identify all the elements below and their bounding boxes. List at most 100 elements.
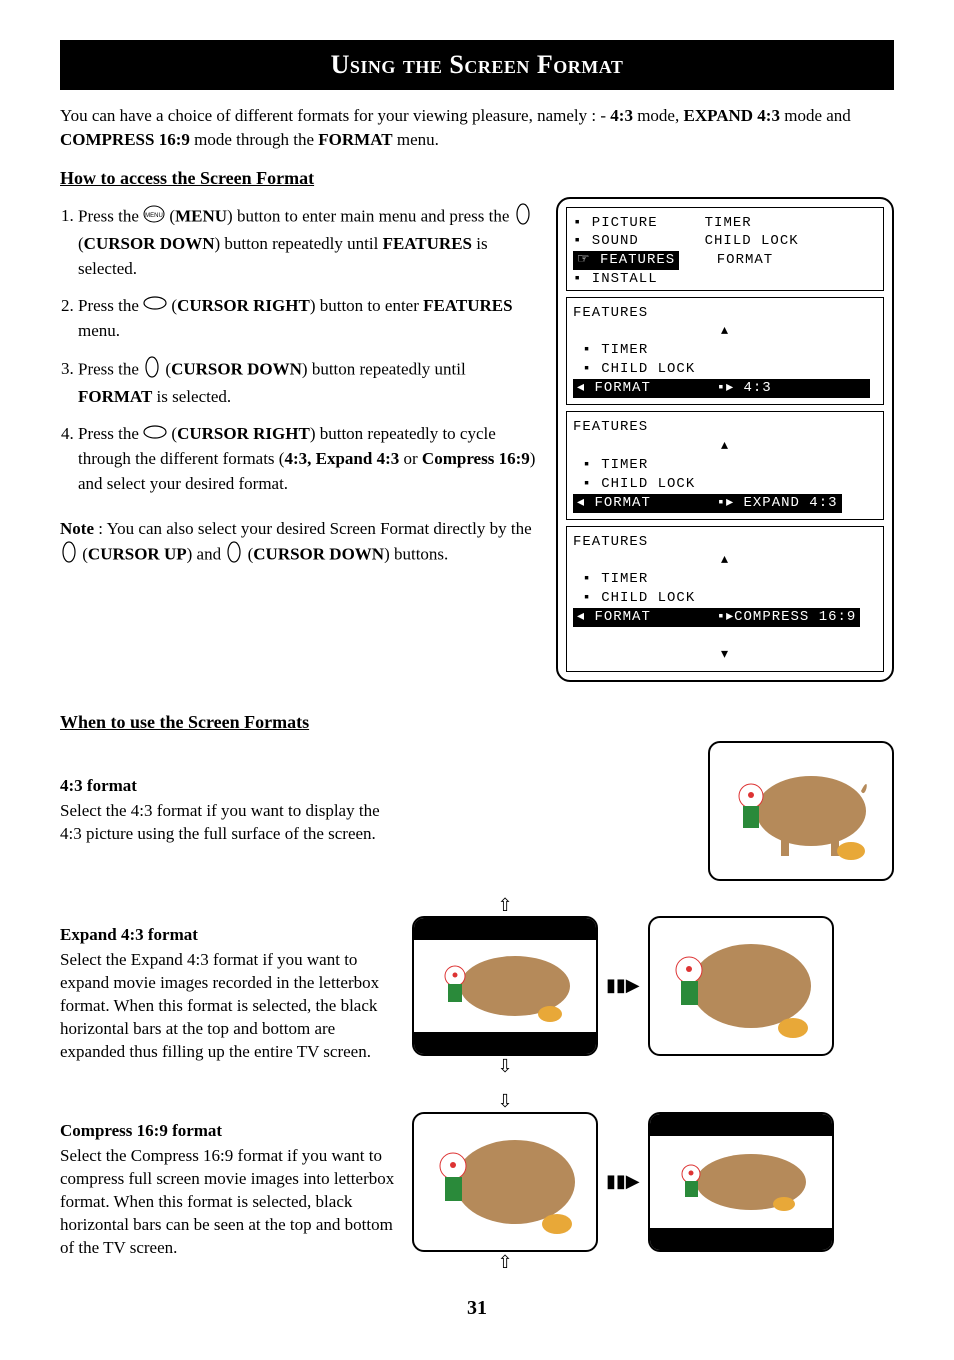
mode-43: 4:3 <box>610 106 633 125</box>
osd-install: ▪ INSTALL <box>573 271 658 287</box>
formats-list: 4:3, Expand 4:3 <box>284 449 399 468</box>
cursor-right-icon <box>143 423 167 448</box>
arrow-right-icon: ▮▮▶ <box>606 1171 640 1192</box>
cursor-down-icon <box>225 541 243 571</box>
osd-value-compress: COMPRESS 16:9 <box>734 609 856 625</box>
cursor-down-icon <box>514 203 532 233</box>
format-row-43: 4:3 format Select the 4:3 format if you … <box>60 741 894 881</box>
compress-word: Compress 16:9 <box>422 449 530 468</box>
steps-list: Press the MENU (MENU) button to enter ma… <box>60 203 536 497</box>
osd-main-menu: ▪ PICTURE TIMER ▪ SOUND CHILD LOCK ☞ FEA… <box>566 207 884 291</box>
arrow-up-icon: ⇧ <box>412 895 598 916</box>
osd-features: FEATURES <box>600 252 675 268</box>
cartoon-image-icon <box>661 1122 821 1242</box>
arrow-down-icon: ⇩ <box>412 1056 598 1077</box>
tv-illustration-expanded <box>648 916 834 1056</box>
text: menu. <box>78 321 120 340</box>
features-word: FEATURES <box>383 234 472 253</box>
osd-sub-childlock: ▪ CHILD LOCK <box>582 361 695 377</box>
format-row-compress: Compress 16:9 format Select the Compress… <box>60 1091 894 1273</box>
osd-sub-title: FEATURES <box>573 305 648 321</box>
osd-sub-format: FORMAT <box>594 380 650 396</box>
osd-sub-title: FEATURES <box>573 419 648 435</box>
cartoon-image-icon <box>661 926 821 1046</box>
text: ) button to enter main menu and press th… <box>227 206 514 225</box>
text: or <box>399 449 422 468</box>
osd-sub-format: FORMAT <box>594 609 650 625</box>
step-2: Press the (CURSOR RIGHT) button to enter… <box>78 294 536 344</box>
osd-sub-childlock: ▪ CHILD LOCK <box>582 590 695 606</box>
text: ) buttons. <box>384 545 448 564</box>
tv-illustration-full <box>412 1112 598 1252</box>
cursor-up-label: CURSOR UP <box>88 545 187 564</box>
features-word: FEATURES <box>423 296 512 315</box>
arrow-up-icon: ⇧ <box>412 1252 598 1273</box>
text: mode through the <box>190 130 318 149</box>
osd-menu-diagram: ▪ PICTURE TIMER ▪ SOUND CHILD LOCK ☞ FEA… <box>556 197 894 682</box>
step-1: Press the MENU (MENU) button to enter ma… <box>78 203 536 282</box>
format-expand-body: Select the Expand 4:3 format if you want… <box>60 949 400 1064</box>
cursor-right-label: CURSOR RIGHT <box>177 424 310 443</box>
cursor-right-label: CURSOR RIGHT <box>177 296 310 315</box>
osd-timer: TIMER <box>705 215 752 231</box>
osd-sub-timer: ▪ TIMER <box>582 342 648 358</box>
cursor-down-label: CURSOR DOWN <box>253 545 384 564</box>
format-compress-body: Select the Compress 16:9 format if you w… <box>60 1145 400 1260</box>
text: is selected. <box>152 387 231 406</box>
text: Press the <box>78 359 143 378</box>
text: Press the <box>78 424 143 443</box>
intro-paragraph: You can have a choice of different forma… <box>60 104 894 152</box>
cartoon-image-icon <box>425 926 585 1046</box>
mode-expand: EXPAND 4:3 <box>683 106 779 125</box>
menu-label: MENU <box>175 206 227 225</box>
format-43-body: Select the 4:3 format if you want to dis… <box>60 800 400 846</box>
format-row-expand: Expand 4:3 format Select the Expand 4:3 … <box>60 895 894 1077</box>
menu-button-icon: MENU <box>143 205 165 231</box>
osd-sub-title: FEATURES <box>573 534 648 550</box>
osd-picture: ▪ PICTURE <box>573 215 658 231</box>
cursor-down-label: CURSOR DOWN <box>171 359 302 378</box>
cursor-up-icon <box>60 541 78 571</box>
section-when-to-use: When to use the Screen Formats <box>60 712 894 733</box>
cursor-down-icon <box>143 356 161 386</box>
osd-sub-format: FORMAT <box>594 495 650 511</box>
page-title: Using the Screen Format <box>60 40 894 90</box>
text: mode and <box>780 106 851 125</box>
cursor-right-icon <box>143 294 167 319</box>
arrow-right-icon: ▮▮▶ <box>606 975 640 996</box>
osd-format: FORMAT <box>717 252 773 268</box>
page-number: 31 <box>60 1297 894 1320</box>
text: ) button repeatedly until <box>214 234 382 253</box>
osd-value-expand: EXPAND 4:3 <box>744 495 838 511</box>
text: mode, <box>633 106 684 125</box>
osd-features-43: FEATURES ▴ ▪ TIMER ▪ CHILD LOCK ◂ FORMAT… <box>566 297 884 405</box>
note-label: Note <box>60 519 94 538</box>
osd-sub-timer: ▪ TIMER <box>582 457 648 473</box>
format-43-head: 4:3 format <box>60 776 400 796</box>
osd-sub-childlock: ▪ CHILD LOCK <box>582 476 695 492</box>
text: ) button to enter <box>310 296 423 315</box>
tv-illustration-43 <box>708 741 894 881</box>
osd-features-compress: FEATURES ▴ ▪ TIMER ▪ CHILD LOCK ◂ FORMAT… <box>566 526 884 672</box>
tv-illustration-letterbox <box>412 916 598 1056</box>
section-access-format: How to access the Screen Format <box>60 168 894 189</box>
page-title-text: Using the Screen Format <box>331 50 624 79</box>
text: ) button repeatedly until <box>302 359 466 378</box>
tv-illustration-compressed <box>648 1112 834 1252</box>
step-3: Press the (CURSOR DOWN) button repeatedl… <box>78 356 536 410</box>
text: Press the <box>78 206 143 225</box>
format-word: FORMAT <box>78 387 152 406</box>
osd-sub-timer: ▪ TIMER <box>582 571 648 587</box>
osd-features-expand: FEATURES ▴ ▪ TIMER ▪ CHILD LOCK ◂ FORMAT… <box>566 411 884 519</box>
text: : You can also select your desired Scree… <box>94 519 532 538</box>
mode-compress: COMPRESS 16:9 <box>60 130 190 149</box>
format-menu-word: FORMAT <box>318 130 392 149</box>
text: You can have a choice of different forma… <box>60 106 610 125</box>
osd-sound: ▪ SOUND <box>573 233 639 249</box>
text: ) and <box>187 545 226 564</box>
arrow-down-icon: ⇩ <box>412 1091 598 1112</box>
text: Press the <box>78 296 143 315</box>
cartoon-image-icon <box>721 751 881 871</box>
svg-text:MENU: MENU <box>145 213 163 219</box>
note-paragraph: Note : You can also select your desired … <box>60 517 536 571</box>
